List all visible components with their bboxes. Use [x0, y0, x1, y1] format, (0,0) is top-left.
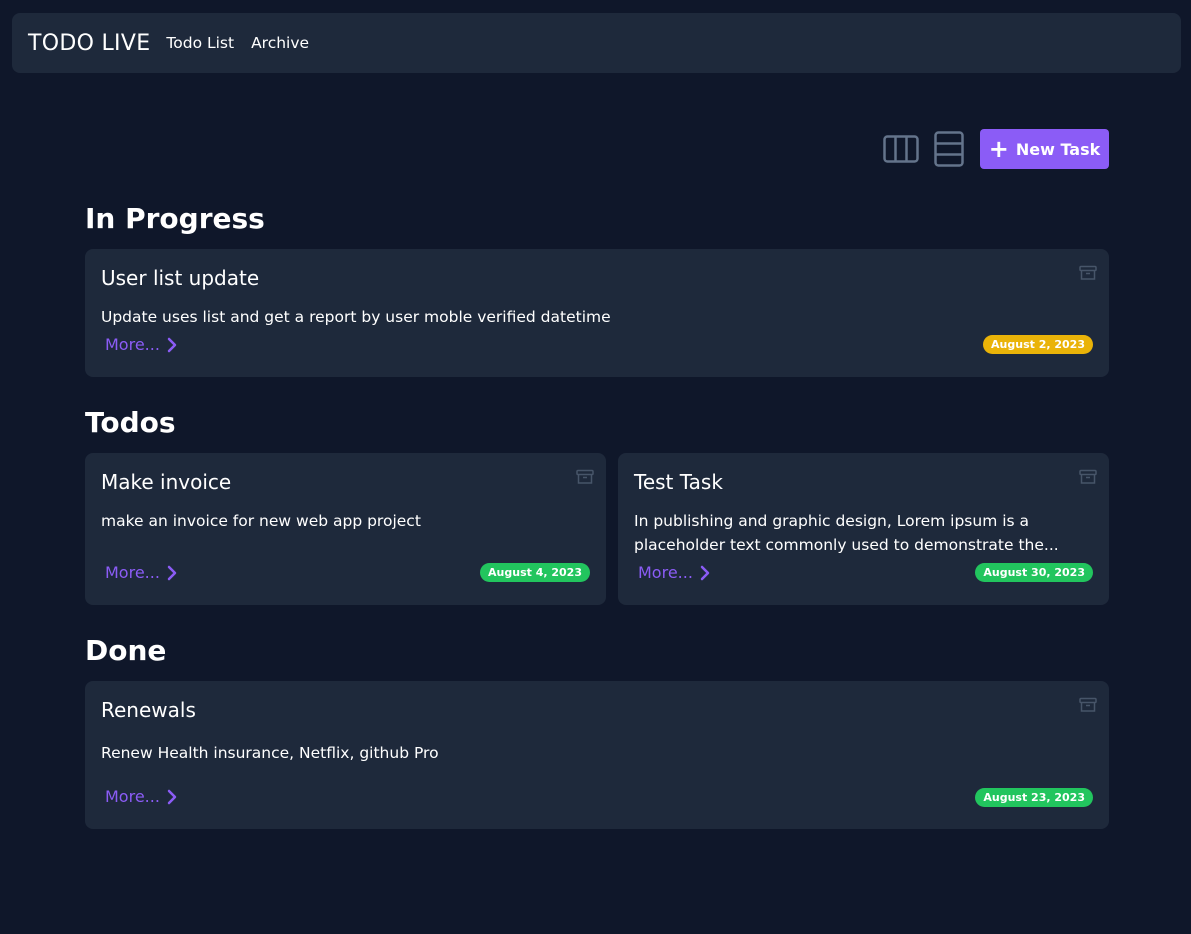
task-card: Make invoice make an invoice for new web… [85, 453, 606, 605]
due-date-badge: August 4, 2023 [480, 563, 590, 582]
section-title-done: Done [85, 634, 167, 667]
section-title-in-progress: In Progress [85, 202, 265, 235]
plus-icon: + [988, 135, 1009, 163]
task-title: Renewals [101, 698, 196, 722]
more-label: More... [105, 787, 160, 806]
more-label: More... [638, 563, 693, 582]
task-card: Test Task In publishing and graphic desi… [618, 453, 1109, 605]
task-card: Renewals Renew Health insurance, Netflix… [85, 681, 1109, 829]
task-title: User list update [101, 266, 260, 290]
nav-link-todo-list[interactable]: Todo List [166, 34, 234, 52]
top-navbar: TODO LIVE Todo List Archive [12, 13, 1181, 73]
rows-icon [934, 131, 964, 167]
task-description: make an invoice for new web app project [101, 512, 421, 530]
archive-icon[interactable] [1079, 697, 1097, 713]
archive-icon[interactable] [576, 469, 594, 485]
chevron-right-icon [700, 565, 710, 580]
more-link[interactable]: More... [638, 563, 710, 582]
columns-icon [883, 135, 919, 163]
due-date-badge: August 23, 2023 [975, 788, 1093, 807]
task-description: Update uses list and get a report by use… [101, 308, 611, 326]
more-link[interactable]: More... [105, 563, 177, 582]
new-task-button[interactable]: + New Task [980, 129, 1109, 169]
task-card: User list update Update uses list and ge… [85, 249, 1109, 377]
task-description: In publishing and graphic design, Lorem … [634, 512, 1059, 554]
task-title: Make invoice [101, 470, 232, 494]
more-label: More... [105, 563, 160, 582]
section-title-todos: Todos [85, 406, 176, 439]
chevron-right-icon [167, 789, 177, 804]
more-link[interactable]: More... [105, 787, 177, 806]
chevron-right-icon [167, 337, 177, 352]
more-label: More... [105, 335, 160, 354]
task-title: Test Task [634, 470, 723, 494]
brand-logo[interactable]: TODO LIVE [28, 31, 150, 56]
more-link[interactable]: More... [105, 335, 177, 354]
task-description: Renew Health insurance, Netflix, github … [101, 744, 439, 762]
archive-icon[interactable] [1079, 265, 1097, 281]
new-task-label: New Task [1015, 139, 1101, 159]
due-date-badge: August 30, 2023 [975, 563, 1093, 582]
due-date-badge: August 2, 2023 [983, 335, 1093, 354]
columns-view-button[interactable] [882, 129, 920, 169]
chevron-right-icon [167, 565, 177, 580]
nav-link-archive[interactable]: Archive [251, 34, 309, 52]
toolbar: + New Task [882, 129, 1109, 169]
rows-view-button[interactable] [930, 129, 968, 169]
archive-icon[interactable] [1079, 469, 1097, 485]
